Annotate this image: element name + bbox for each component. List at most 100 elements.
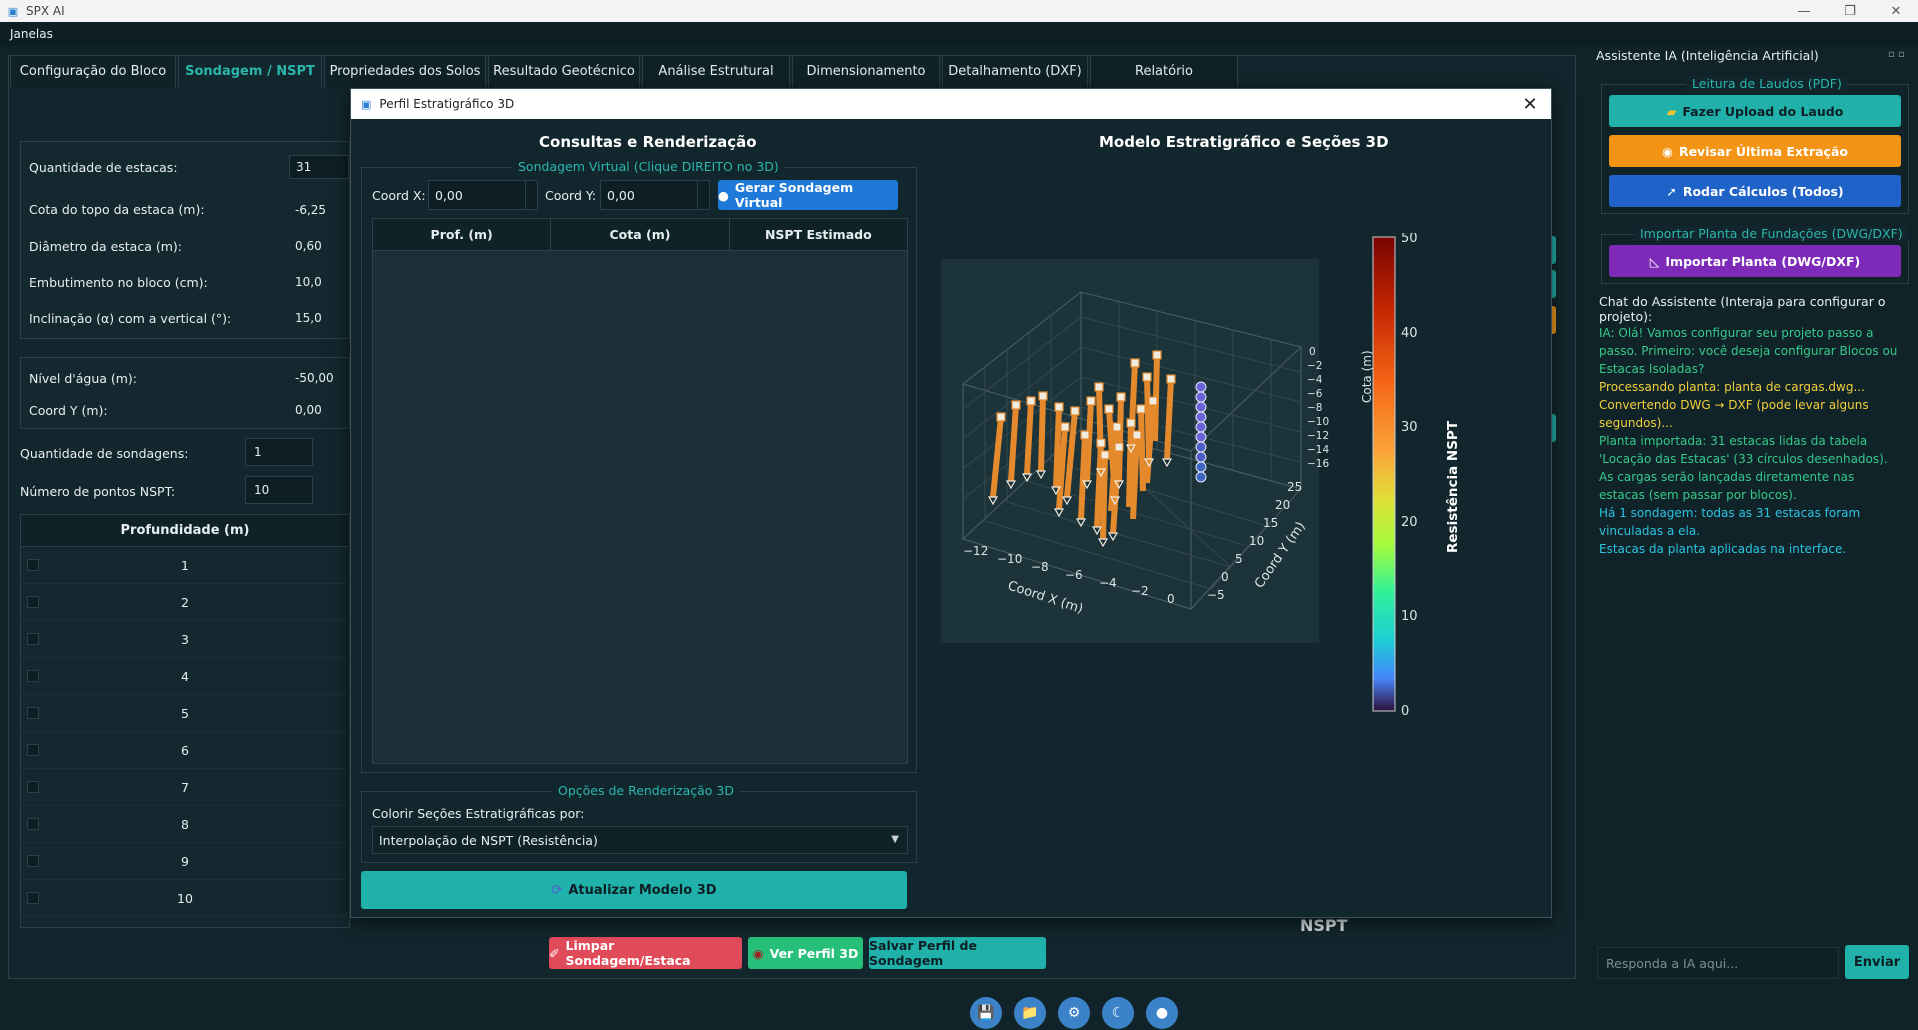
row-checkbox[interactable]	[27, 781, 39, 793]
upload-laudo-button[interactable]: ▰ Fazer Upload do Laudo	[1609, 95, 1901, 127]
depth-cell: 6	[181, 742, 189, 758]
table-row[interactable]: 6	[21, 732, 349, 769]
settings-icon[interactable]: ⚙	[1058, 997, 1090, 1029]
chat-messages: IA: Olá! Vamos configurar seu projeto pa…	[1599, 316, 1903, 936]
tab-configuracao-bloco[interactable]: Configuração do Bloco	[10, 55, 176, 87]
tab-resultado-geotecnico[interactable]: Resultado Geotécnico	[488, 55, 640, 87]
chat-input[interactable]: Responda a IA aqui...	[1597, 947, 1839, 979]
row-checkbox[interactable]	[27, 744, 39, 756]
close-window-button[interactable]: ✕	[1876, 0, 1916, 22]
save-icon[interactable]: 💾	[970, 997, 1002, 1029]
row-checkbox[interactable]	[27, 818, 39, 830]
spin-arrows[interactable]	[525, 181, 537, 209]
row-checkbox[interactable]	[27, 855, 39, 867]
ver-perfil-3d-button[interactable]: ◉ Ver Perfil 3D	[748, 937, 863, 969]
undock-icon[interactable]: ▫ ▫	[1888, 49, 1905, 60]
row-checkbox[interactable]	[27, 892, 39, 904]
virtual-probe-group: Sondagem Virtual (Clique DIREITO no 3D) …	[361, 159, 917, 773]
table-row[interactable]: 8	[21, 806, 349, 843]
close-icon[interactable]: ✕	[1515, 89, 1545, 119]
revisar-extracao-button[interactable]: ◉ Revisar Última Extração	[1609, 135, 1901, 167]
qtd-estacas-field[interactable]: 31	[289, 155, 349, 179]
z-tick-label: −16	[1307, 458, 1329, 470]
perfil-3d-dialog: ▣ Perfil Estratigráfico 3D ✕ Consultas e…	[350, 88, 1552, 918]
chevron-down-icon: ▼	[891, 834, 899, 845]
spin-arrows[interactable]	[697, 181, 709, 209]
row-checkbox[interactable]	[27, 707, 39, 719]
row-checkbox[interactable]	[27, 670, 39, 682]
table-row[interactable]: 7	[21, 769, 349, 806]
z-tick-label: −12	[1307, 430, 1329, 442]
gerar-sondagem-button[interactable]: ● Gerar Sondagem Virtual	[718, 180, 898, 210]
menu-bar: Janelas	[0, 22, 1918, 46]
menu-janelas[interactable]: Janelas	[10, 27, 53, 41]
inclinacao-field[interactable]: 15,0	[289, 306, 349, 330]
importar-planta-button[interactable]: ◺ Importar Planta (DWG/DXF)	[1609, 245, 1901, 277]
row-checkbox[interactable]	[27, 596, 39, 608]
tab-detalhamento-dxf[interactable]: Detalhamento (DXF)	[942, 55, 1088, 87]
cota-topo-field[interactable]: -6,25	[289, 198, 349, 222]
column-header[interactable]: NSPT Estimado	[730, 219, 907, 250]
qtd-sondagens-spinbox[interactable]: 1	[245, 438, 313, 466]
table-header: Prof. (m) Cota (m) NSPT Estimado	[373, 219, 907, 251]
person-icon[interactable]: ●	[1146, 997, 1178, 1029]
limpar-sondagem-button[interactable]: ✐ Limpar Sondagem/Estaca	[549, 937, 742, 969]
x-tick-label: −10	[997, 552, 1022, 566]
coord-y-input[interactable]: 0,00	[600, 180, 710, 210]
nivel-agua-field[interactable]: -50,00	[289, 366, 349, 390]
y-tick-label: 10	[1249, 534, 1264, 548]
tab-dimensionamento[interactable]: Dimensionamento	[792, 55, 940, 87]
table-row[interactable]: 5	[21, 695, 349, 732]
colorbar-gradient	[1372, 236, 1396, 712]
moon-icon[interactable]: ☾	[1102, 997, 1134, 1029]
table-row[interactable]: 3	[21, 621, 349, 658]
z-tick-label: −4	[1307, 374, 1323, 386]
column-header[interactable]: Cota (m)	[551, 219, 730, 250]
maximize-button[interactable]: ❐	[1830, 0, 1870, 22]
y-tick-label: 25	[1287, 480, 1302, 494]
row-checkbox[interactable]	[27, 633, 39, 645]
depth-cell: 7	[181, 779, 189, 795]
qtd-estacas-label: Quantidade de estacas:	[29, 160, 178, 175]
table-row[interactable]: 1	[21, 547, 349, 584]
coord-y-field[interactable]: 0,00	[289, 398, 349, 422]
table-row[interactable]: 4	[21, 658, 349, 695]
left-section-title: Consultas e Renderização	[539, 133, 757, 151]
atualizar-modelo-button[interactable]: ⟳ Atualizar Modelo 3D	[361, 871, 907, 909]
depth-cell: 10	[177, 890, 193, 906]
chat-message: Planta importada: 31 estacas lidas da ta…	[1599, 434, 1888, 502]
tab-relatorio[interactable]: Relatório	[1090, 55, 1238, 87]
z-tick-label: 0	[1309, 346, 1316, 358]
tab-sondagem-nspt[interactable]: Sondagem / NSPT	[178, 55, 322, 87]
tab-propriedades-solos[interactable]: Propriedades dos Solos	[324, 55, 486, 87]
virtual-probe-table: Prof. (m) Cota (m) NSPT Estimado	[372, 218, 908, 764]
embutimento-field[interactable]: 10,0	[289, 270, 349, 294]
coord-y-value: 0,00	[607, 187, 635, 203]
coord-x-label: Coord X:	[372, 188, 426, 203]
pontos-nspt-spinbox[interactable]: 10	[245, 476, 313, 504]
row-checkbox[interactable]	[27, 559, 39, 571]
assistant-header: Assistente IA (Inteligência Artificial)	[1596, 48, 1819, 63]
y-tick-label: 0	[1221, 570, 1229, 584]
table-row[interactable]: 9	[21, 843, 349, 880]
folder-icon[interactable]: 📁	[1014, 997, 1046, 1029]
salvar-perfil-button[interactable]: Salvar Perfil de Sondagem	[869, 937, 1046, 969]
x-tick-label: 0	[1167, 592, 1175, 606]
embutimento-label: Embutimento no bloco (cm):	[29, 275, 208, 290]
column-header[interactable]: Prof. (m)	[373, 219, 552, 250]
rodar-calculos-button[interactable]: ➚ Rodar Cálculos (Todos)	[1609, 175, 1901, 207]
y-tick-label: 5	[1235, 552, 1243, 566]
water-level-group: Nível d'água (m): -50,00 Coord Y (m): 0,…	[20, 357, 350, 429]
coord-x-input[interactable]: 0,00	[428, 180, 538, 210]
eraser-icon: ✐	[549, 945, 560, 961]
cota-topo-label: Cota do topo da estaca (m):	[29, 202, 205, 217]
table-row[interactable]: 10	[21, 880, 349, 917]
color-by-select[interactable]: Interpolação de NSPT (Resistência) ▼	[372, 826, 908, 854]
importar-label: Importar Planta (DWG/DXF)	[1665, 253, 1861, 269]
send-button[interactable]: Enviar	[1845, 945, 1909, 979]
qtd-sondagens-label: Quantidade de sondagens:	[20, 446, 189, 461]
diametro-field[interactable]: 0,60	[289, 234, 349, 258]
tab-analise-estrutural[interactable]: Análise Estrutural	[642, 55, 790, 87]
table-row[interactable]: 2	[21, 584, 349, 621]
minimize-button[interactable]: —	[1784, 0, 1824, 22]
